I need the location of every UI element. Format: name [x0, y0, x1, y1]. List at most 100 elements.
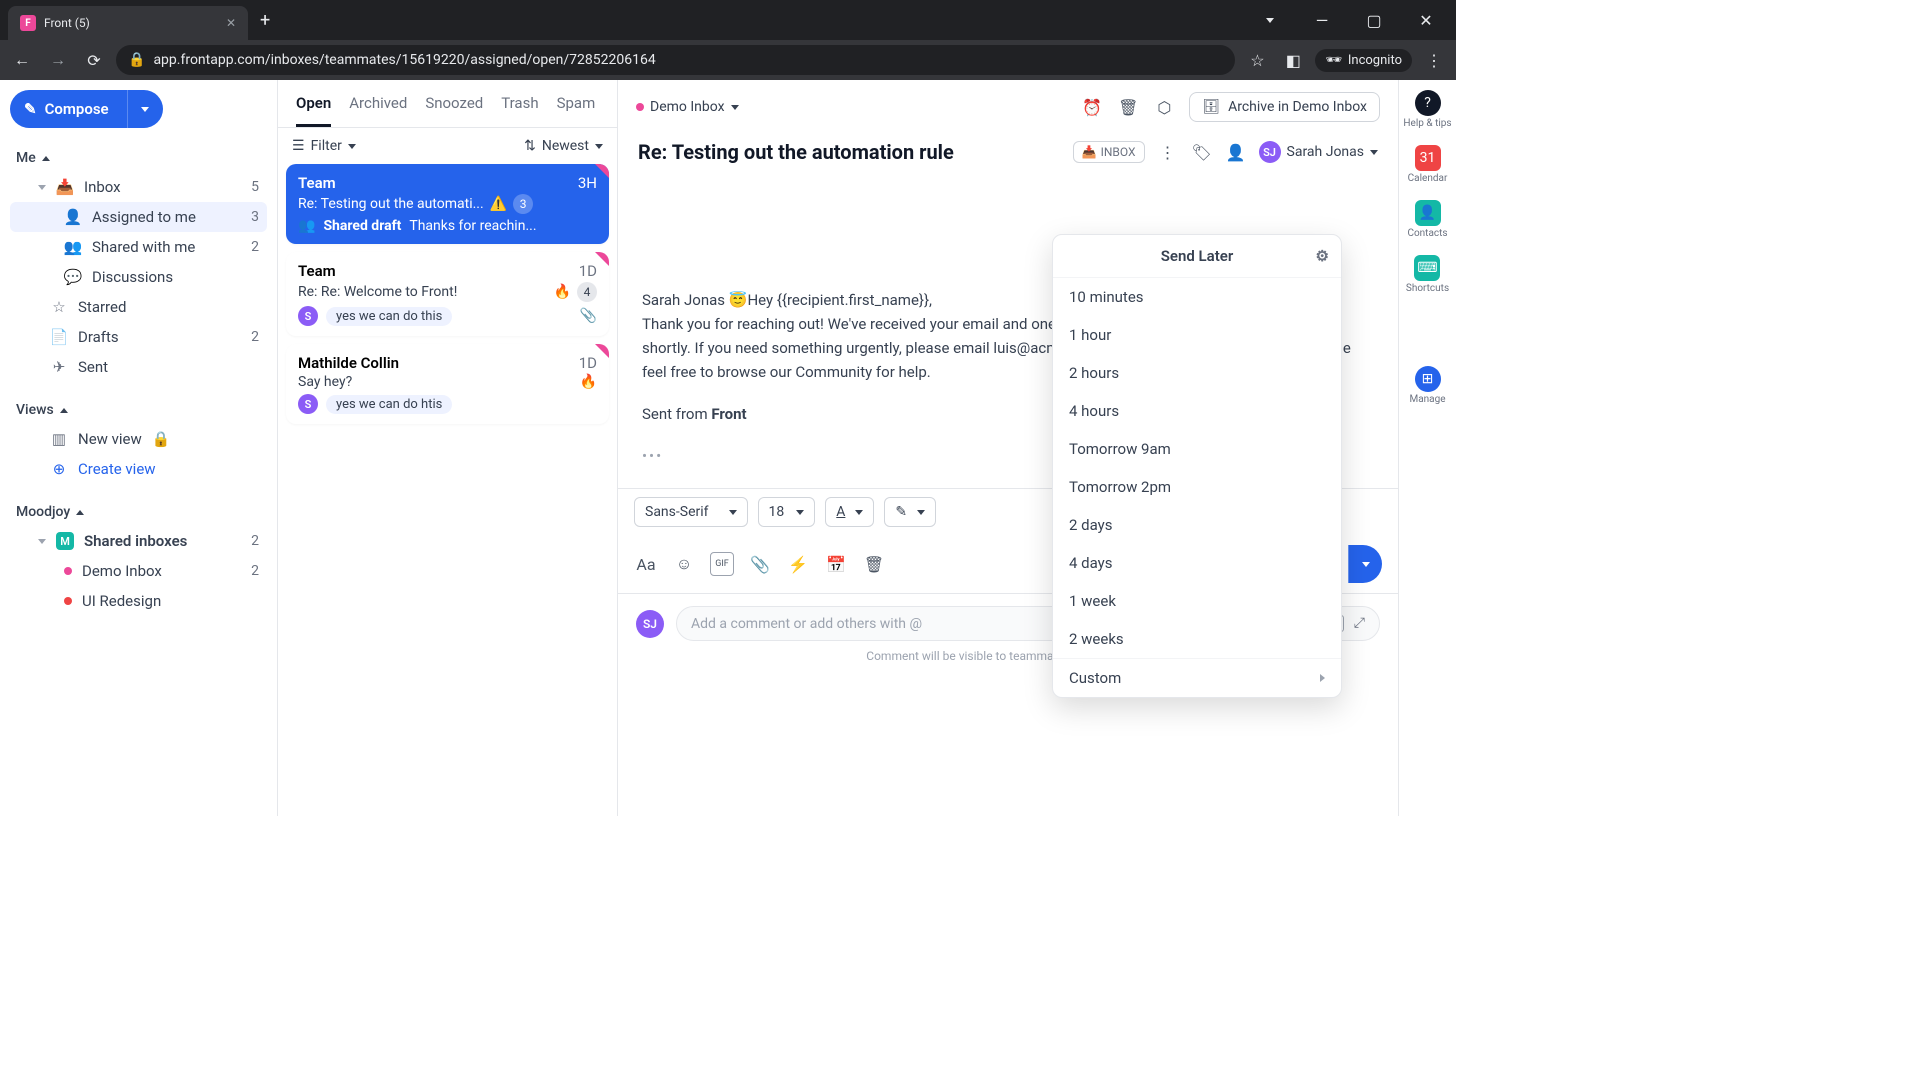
maximize-icon[interactable]: ▢: [1352, 5, 1396, 35]
conversation-item[interactable]: Team 1D Re: Re: Welcome to Front! 🔥 4 S …: [286, 252, 609, 336]
nav-create-view[interactable]: ⊕ Create view: [10, 454, 267, 484]
send-later-option[interactable]: 2 days: [1053, 506, 1341, 544]
archive-label: Archive in Demo Inbox: [1228, 99, 1367, 115]
send-later-option[interactable]: 10 minutes: [1053, 278, 1341, 316]
tab-snoozed[interactable]: Snoozed: [425, 94, 483, 127]
send-later-option[interactable]: Tomorrow 9am: [1053, 430, 1341, 468]
tab-trash[interactable]: Trash: [501, 94, 538, 127]
corner-flag-icon: [595, 344, 609, 358]
send-icon: ✈: [50, 358, 68, 376]
font-family-select[interactable]: Sans-Serif: [634, 497, 748, 527]
text-color-icon: A: [836, 504, 845, 520]
send-later-option[interactable]: 1 hour: [1053, 316, 1341, 354]
nav-demo-inbox[interactable]: Demo Inbox 2: [10, 556, 267, 586]
nav-assigned-to-me[interactable]: 👤 Assigned to me 3: [10, 202, 267, 232]
send-later-option[interactable]: 2 hours: [1053, 354, 1341, 392]
attachment-icon[interactable]: 📎: [748, 552, 772, 576]
participants-icon[interactable]: 👤: [1225, 141, 1247, 163]
insert-template-icon[interactable]: ⚡: [786, 552, 810, 576]
font-size-select[interactable]: 18: [758, 497, 816, 527]
conversation-item[interactable]: Mathilde Collin 1D Say hey? 🔥 S yes we c…: [286, 344, 609, 424]
nav-sent[interactable]: ✈ Sent: [10, 352, 267, 382]
minimize-icon[interactable]: —: [1300, 5, 1344, 35]
warning-icon: ⚠️: [490, 196, 507, 212]
nav-new-view[interactable]: ▥ New view 🔒: [10, 424, 267, 454]
rail-label: Help & tips: [1403, 118, 1451, 129]
send-options-dropdown[interactable]: [1348, 545, 1382, 583]
highlight-select[interactable]: ✎: [884, 497, 936, 527]
send-later-option[interactable]: 4 hours: [1053, 392, 1341, 430]
rail-shortcuts[interactable]: ⌨ Shortcuts: [1406, 255, 1449, 294]
close-tab-icon[interactable]: ✕: [226, 16, 236, 30]
assignee-selector[interactable]: SJ Sarah Jonas: [1259, 141, 1378, 163]
font-family-value: Sans-Serif: [645, 504, 709, 520]
nav-starred[interactable]: ☆ Starred: [10, 292, 267, 322]
nav-inbox[interactable]: 📥 Inbox 5: [10, 172, 267, 202]
send-later-custom[interactable]: Custom: [1053, 659, 1341, 697]
nav-shared-inboxes[interactable]: M Shared inboxes 2: [10, 526, 267, 556]
rail-contacts[interactable]: 👤 Contacts: [1407, 200, 1447, 239]
conversation-item[interactable]: Team 3H Re: Testing out the automati... …: [286, 164, 609, 244]
url-field[interactable]: 🔒 app.frontapp.com/inboxes/teammates/156…: [116, 45, 1235, 75]
compose-button[interactable]: ✎ Compose: [10, 90, 127, 128]
archive-button[interactable]: 🗄 Archive in Demo Inbox: [1189, 92, 1380, 122]
inbox-tag[interactable]: 📥 INBOX: [1073, 141, 1145, 163]
rail-manage[interactable]: ⊞ Manage: [1409, 366, 1445, 405]
bookmark-icon[interactable]: ☆: [1243, 46, 1271, 74]
conversation-list-column: Open Archived Snoozed Trash Spam ☰ Filte…: [278, 80, 618, 816]
gear-icon[interactable]: ⚙: [1316, 247, 1329, 265]
incognito-chip[interactable]: 🕶 Incognito: [1315, 49, 1412, 72]
close-window-icon[interactable]: ✕: [1404, 5, 1448, 35]
sig-brand: Front: [711, 405, 746, 423]
new-tab-button[interactable]: +: [248, 10, 282, 31]
kebab-menu-icon[interactable]: ⋮: [1420, 46, 1448, 74]
more-icon[interactable]: ⋮: [1157, 141, 1179, 163]
browser-tab[interactable]: F Front (5) ✕: [8, 6, 248, 40]
section-views[interactable]: Views: [10, 396, 267, 424]
inbox-tag-label: INBOX: [1101, 145, 1136, 159]
tab-spam[interactable]: Spam: [557, 94, 596, 127]
send-later-option[interactable]: 4 days: [1053, 544, 1341, 582]
nav-count: 2: [251, 533, 259, 549]
section-moodjoy[interactable]: Moodjoy: [10, 498, 267, 526]
back-icon[interactable]: ←: [8, 46, 36, 74]
nav-label: Shared inboxes: [84, 532, 187, 550]
tab-archived[interactable]: Archived: [349, 94, 407, 127]
text-style-icon[interactable]: Aa: [634, 552, 658, 576]
inbox-selector[interactable]: Demo Inbox: [636, 99, 739, 115]
filter-button[interactable]: ☰ Filter: [292, 138, 356, 154]
spam-icon[interactable]: ⬡: [1153, 96, 1175, 118]
send-later-option[interactable]: Tomorrow 2pm: [1053, 468, 1341, 506]
snooze-icon[interactable]: ⏰: [1081, 96, 1103, 118]
trash-icon[interactable]: 🗑: [1117, 96, 1139, 118]
comment-chip: yes we can do this: [326, 307, 452, 326]
nav-shared-with-me[interactable]: 👥 Shared with me 2: [10, 232, 267, 262]
section-me[interactable]: Me: [10, 144, 267, 172]
reload-icon[interactable]: ⟳: [80, 46, 108, 74]
expand-icon[interactable]: ⤢: [1354, 615, 1365, 632]
rail-calendar[interactable]: 31 Calendar: [1408, 145, 1448, 184]
nav-ui-redesign[interactable]: UI Redesign: [10, 586, 267, 616]
filter-label: Filter: [311, 138, 342, 154]
gif-icon[interactable]: GIF: [710, 552, 734, 576]
tab-search-icon[interactable]: [1248, 5, 1292, 35]
tag-icon[interactable]: 🏷: [1191, 141, 1213, 163]
extensions-icon[interactable]: ◧: [1279, 46, 1307, 74]
send-later-option[interactable]: 2 weeks: [1053, 620, 1341, 658]
sort-icon: ⇅: [524, 138, 536, 154]
send-later-option[interactable]: 1 week: [1053, 582, 1341, 620]
chevron-right-icon: [1320, 674, 1325, 682]
text-color-select[interactable]: A: [825, 497, 874, 527]
chevron-down-icon: [796, 510, 804, 515]
workspace-badge: M: [56, 532, 74, 550]
font-size-value: 18: [769, 504, 785, 520]
nav-discussions[interactable]: 💬 Discussions: [10, 262, 267, 292]
discard-icon[interactable]: 🗑: [862, 552, 886, 576]
emoji-icon[interactable]: ☺: [672, 552, 696, 576]
sort-button[interactable]: ⇅ Newest: [524, 138, 603, 154]
nav-drafts[interactable]: 📄 Drafts 2: [10, 322, 267, 352]
rail-help[interactable]: ? Help & tips: [1403, 90, 1451, 129]
compose-dropdown[interactable]: [127, 90, 163, 128]
calendar-insert-icon[interactable]: 📅: [824, 552, 848, 576]
tab-open[interactable]: Open: [296, 94, 331, 127]
